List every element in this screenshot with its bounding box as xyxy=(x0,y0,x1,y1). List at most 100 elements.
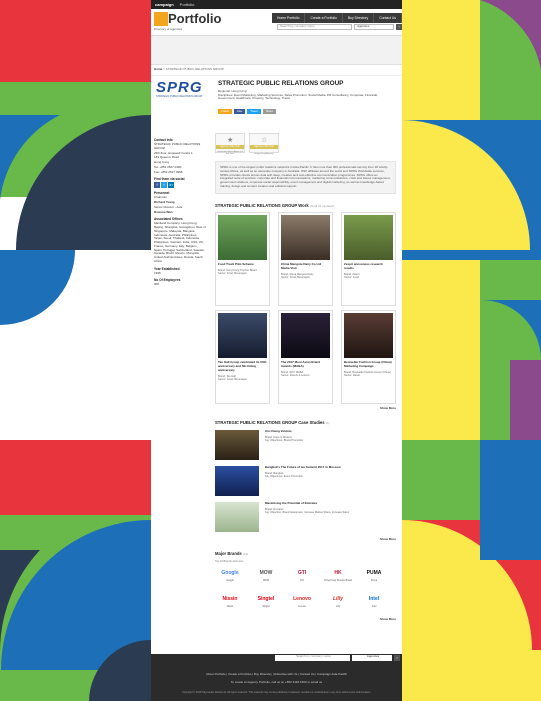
brand-name: Google xyxy=(226,579,234,583)
work-show-more[interactable]: Show More xyxy=(215,406,396,411)
work-card[interactable]: China Mengniu Dairy Co Ltd Media Visit B… xyxy=(278,212,333,307)
brand-logo: Google xyxy=(221,570,239,577)
personnel-name: Rowena Wan xyxy=(154,209,173,214)
work-card[interactable]: The 2017 Most Asian Brand Awards (MABA) … xyxy=(278,310,333,405)
year-heading: Year Established xyxy=(154,266,180,271)
brands-show-more[interactable]: Show More xyxy=(215,618,396,622)
case-item[interactable]: Bangkok's The Future of Ice Summit 2017 … xyxy=(215,465,396,496)
work-title[interactable]: Food Truck Pilot Scheme xyxy=(218,262,267,267)
work-thumbnail[interactable] xyxy=(344,215,393,261)
case-thumbnail[interactable] xyxy=(215,465,259,496)
work-title[interactable]: Tao Hall Group celebrated its 50th anniv… xyxy=(218,360,267,372)
facebook-icon[interactable]: f xyxy=(154,182,160,189)
ad-banner[interactable] xyxy=(151,36,402,65)
employees-value: 300 xyxy=(154,282,160,287)
follow-button[interactable]: Follow xyxy=(218,108,233,115)
work-thumbnail[interactable] xyxy=(344,313,393,359)
brand-item[interactable]: GTI GTI xyxy=(287,567,317,589)
work-card[interactable]: Bestseller Fashion Group (China) Marketi… xyxy=(341,310,396,405)
brand-item[interactable]: PUMA Puma xyxy=(359,567,389,589)
case-item[interactable]: Xin Cheng Venture Brand: Hope & Dreams K… xyxy=(215,429,396,460)
campaign-brand-link[interactable]: campaign xyxy=(155,2,174,7)
breadcrumb-current: STRATEGIC PUBLIC RELATIONS GROUP xyxy=(165,67,224,71)
work-card[interactable]: Tao Hall Group celebrated its 50th anniv… xyxy=(215,310,270,405)
work-thumbnail[interactable] xyxy=(218,313,267,359)
work-card[interactable]: Zespri announces research results Brand:… xyxy=(341,212,396,307)
cases-section-title: STRATEGIC PUBLIC RELATIONS GROUP Case St… xyxy=(215,420,396,426)
work-title[interactable]: Zespri announces research results xyxy=(344,262,393,271)
work-thumbnail[interactable] xyxy=(218,215,267,261)
work-thumbnail[interactable] xyxy=(281,215,330,261)
work-title[interactable]: The 2017 Most Asian Brand Awards (MABA) xyxy=(281,360,330,369)
portfolio-logo[interactable]: Portfolio Directory of agencies xyxy=(154,12,221,31)
company-header: SPRG STRATEGIC PUBLIC RELATIONS GROUP ST… xyxy=(151,76,402,124)
twitter-icon[interactable]: t xyxy=(161,182,167,189)
brand-item[interactable]: Lilly Lilly xyxy=(323,593,353,615)
company-info: Regional: Hong Kong Disciplines: Event M… xyxy=(218,89,393,101)
brand-name: Hong Kong Tourism Board xyxy=(324,579,352,583)
work-title[interactable]: Bestseller Fashion Group (China) Marketi… xyxy=(344,360,393,369)
brand-item[interactable]: Singtel Singtel xyxy=(251,593,281,615)
work-thumbnail[interactable] xyxy=(281,313,330,359)
share-button[interactable]: Share xyxy=(262,108,277,115)
search-go-button[interactable]: › xyxy=(396,24,402,30)
case-objective: Key Objectives: Event Promotion xyxy=(265,474,303,478)
nav-create[interactable]: Create a Portfolio xyxy=(305,13,343,24)
search-input[interactable]: Search by company name xyxy=(277,24,352,30)
breadcrumb-home[interactable]: Home xyxy=(154,67,162,71)
award-badge[interactable]: ★ Agency of the Year Communications Agen… xyxy=(215,133,245,155)
work-sector: Sector: Food xyxy=(344,275,359,279)
portfolio-page: campaign Portfolio Portfolio Directory o… xyxy=(151,0,402,701)
brand-item[interactable]: Lenovo Lenovo xyxy=(287,593,317,615)
linkedin-icon[interactable]: in xyxy=(168,182,174,189)
brand-name: Lenovo xyxy=(298,605,306,609)
brand-item[interactable]: Nissin Nissin xyxy=(215,593,245,615)
nav-buy[interactable]: Buy Directory xyxy=(343,13,375,24)
footer-search-select[interactable]: Agencies xyxy=(352,654,392,661)
brands-note: Top 10 Brands and more xyxy=(215,560,244,564)
brand-item[interactable]: MOW MOW xyxy=(251,567,281,589)
nav-contact[interactable]: Contact Us xyxy=(374,13,402,24)
footer-create-note: To create an Agency Portfolio, call us o… xyxy=(230,680,323,684)
case-objective: Key Objectives: Brand Promotion xyxy=(265,438,304,442)
contact-tel[interactable]: Tel: +852 2527 0490 xyxy=(154,165,206,170)
footer-search-input[interactable]: Search by company name xyxy=(275,654,350,661)
footer-search-go-button[interactable]: › xyxy=(394,655,400,661)
sidebar: Contact Info STRATEGIC PUBLIC RELATIONS … xyxy=(154,135,206,288)
brand-item[interactable]: Google Google xyxy=(215,567,245,589)
case-item[interactable]: Maximising the Potential of Emirates Bra… xyxy=(215,501,396,532)
tweet-button[interactable]: Tweet xyxy=(247,108,261,115)
award-label: Agency of the Year xyxy=(216,145,244,149)
case-title[interactable]: Bangkok's The Future of Ice Summit 2017 … xyxy=(265,465,341,470)
brand-logo: Singtel xyxy=(257,596,275,603)
case-title[interactable]: Xin Cheng Venture xyxy=(265,429,303,434)
like-button[interactable]: Like xyxy=(234,108,246,115)
case-objective: Key Objective: Brand Awareness, Increase… xyxy=(265,510,350,514)
brand-logo: PUMA xyxy=(366,570,382,577)
employees-heading: No Of Employees xyxy=(154,278,181,283)
nav-home[interactable]: Home Portfolio xyxy=(272,13,306,24)
about-text: SPRG is one of the largest public relati… xyxy=(215,161,396,194)
work-card[interactable]: Food Truck Pilot Scheme Brand: Hong Kong… xyxy=(215,212,270,307)
award-caption: Hong Kong Agency xyxy=(254,153,274,156)
brand-item[interactable]: Intel Intel xyxy=(359,593,389,615)
brand-logo: Nissin xyxy=(222,596,238,603)
footer-copyright: Copyright © 2018 Haymarket Media Ltd. Al… xyxy=(181,691,372,694)
case-thumbnail[interactable] xyxy=(215,429,259,460)
work-title[interactable]: China Mengniu Dairy Co Ltd Media Visit xyxy=(281,262,330,271)
company-logo: SPRG STRATEGIC PUBLIC RELATIONS GROUP xyxy=(156,80,208,98)
cases-show-more[interactable]: Show More xyxy=(215,537,396,542)
work-sector: Sector: Food, Beverages xyxy=(281,275,310,279)
company-logo-sub: STRATEGIC PUBLIC RELATIONS GROUP xyxy=(156,94,203,98)
case-title[interactable]: Maximising the Potential of Emirates xyxy=(265,501,349,506)
top-bar: campaign Portfolio xyxy=(151,0,402,9)
cases-count: (1) xyxy=(325,421,330,425)
main-nav: Home Portfolio Create a Portfolio Buy Di… xyxy=(272,13,402,24)
case-thumbnail[interactable] xyxy=(215,501,259,532)
award-badge[interactable]: ☆ Agency of the Year Hong Kong Agency xyxy=(249,133,279,156)
brand-item[interactable]: HK Hong Kong Tourism Board xyxy=(323,567,353,589)
search-type-select[interactable]: Agencies xyxy=(354,24,394,30)
brand-logo: GTI xyxy=(297,570,307,577)
header-search: Search by company name Agencies › xyxy=(277,24,402,30)
footer-links[interactable]: About Portfolio | Create a Portfolio | B… xyxy=(151,672,402,677)
